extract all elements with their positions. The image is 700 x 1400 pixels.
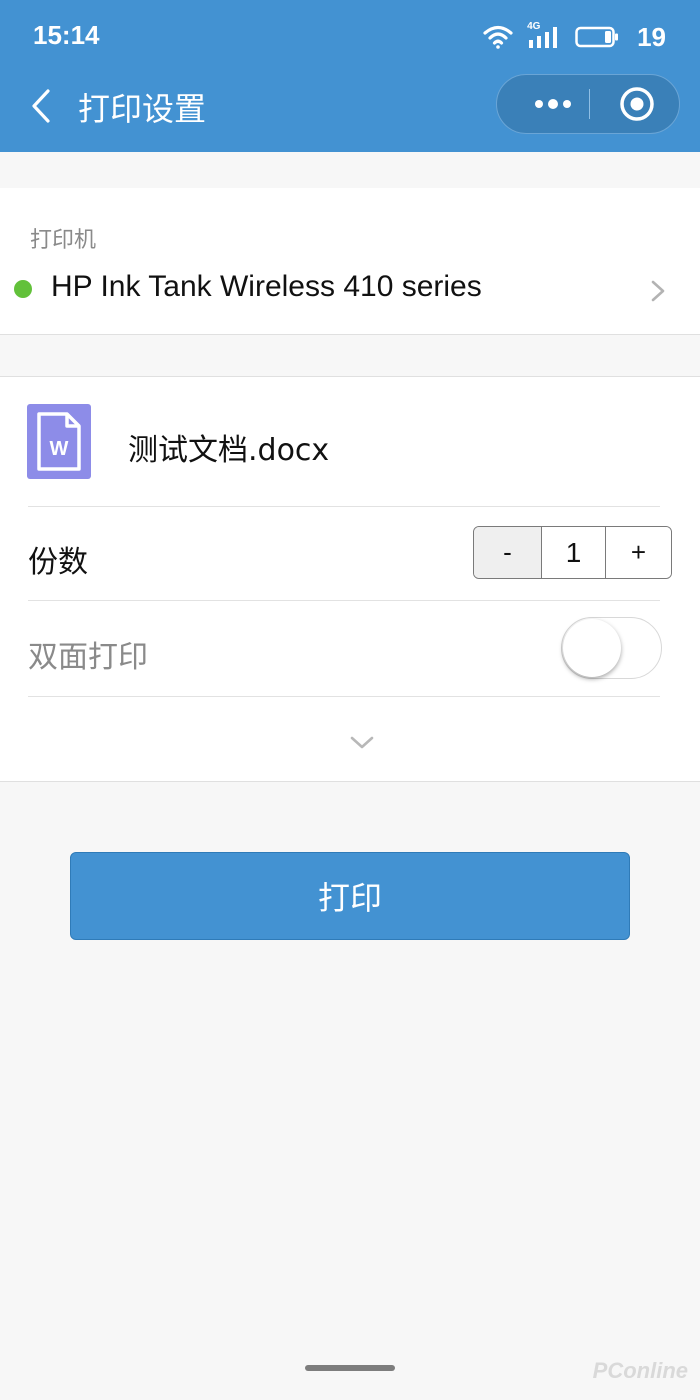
battery-icon: [575, 26, 619, 48]
decrement-button[interactable]: -: [474, 527, 542, 578]
duplex-label: 双面打印: [28, 640, 148, 675]
divider: [28, 696, 660, 697]
document-name: 测试文档.docx: [128, 433, 330, 468]
battery-level: 19: [637, 21, 666, 52]
status-time: 15:14: [33, 20, 100, 50]
chevron-right-icon: [651, 280, 665, 302]
copies-stepper: - 1 +: [473, 526, 672, 579]
word-document-icon: W: [27, 404, 91, 479]
status-icons: 4G 19: [483, 20, 666, 54]
capsule-divider: [589, 89, 590, 119]
signal-icon: 4G: [527, 21, 561, 50]
chevron-left-icon[interactable]: [28, 88, 54, 124]
copies-label: 份数: [28, 545, 88, 580]
toggle-knob: [563, 619, 621, 677]
close-miniprogram-button[interactable]: [603, 75, 671, 133]
home-indicator[interactable]: [305, 1365, 395, 1371]
target-close-icon: [620, 87, 654, 121]
printer-label: 打印机: [30, 228, 97, 253]
app-header: 15:14 4G 19 打印设置: [0, 0, 700, 152]
more-dots-icon: [535, 99, 571, 109]
watermark-logo: PConline: [592, 1358, 688, 1383]
wifi-icon: [483, 25, 513, 49]
printer-status-dot: [14, 280, 32, 298]
chevron-down-icon[interactable]: [350, 735, 374, 751]
divider: [28, 600, 660, 601]
print-options-card: W 测试文档.docx 份数 - 1 + 双面打印: [0, 376, 700, 782]
doc-icon-letter: W: [49, 438, 69, 460]
more-button[interactable]: [519, 75, 587, 133]
copies-value[interactable]: 1: [542, 527, 606, 578]
printer-name: HP Ink Tank Wireless 410 series: [51, 270, 482, 303]
printer-select-row[interactable]: 打印机 HP Ink Tank Wireless 410 series: [0, 188, 700, 335]
increment-button[interactable]: +: [606, 527, 671, 578]
menu-capsule: [496, 74, 680, 134]
divider: [28, 506, 660, 507]
page-title: 打印设置: [78, 90, 207, 128]
duplex-toggle[interactable]: [561, 617, 662, 679]
print-button[interactable]: 打印: [70, 852, 630, 940]
